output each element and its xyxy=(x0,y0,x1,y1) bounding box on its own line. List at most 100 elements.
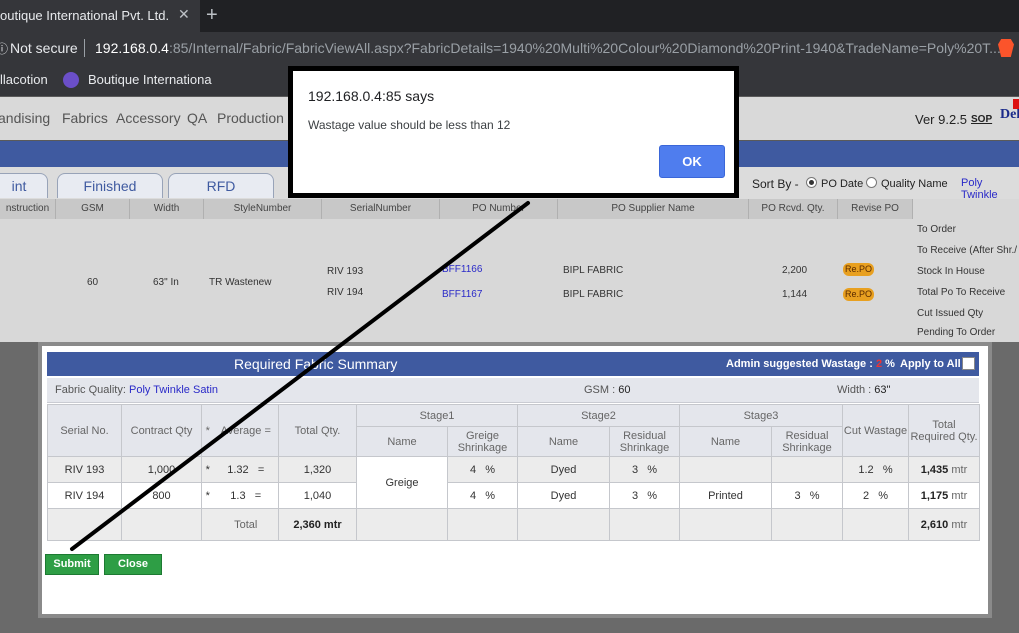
ok-button[interactable]: OK xyxy=(659,145,725,178)
width-info: Width : 63" xyxy=(837,384,890,396)
total-qty: 2,360 mtr xyxy=(278,508,357,541)
revise-po-button[interactable]: Re.PO xyxy=(843,263,874,276)
row-serial: RIV 194 xyxy=(47,482,122,509)
browser-tab[interactable]: outique International Pvt. Ltd. ✕ xyxy=(0,0,200,32)
percent-sign: % xyxy=(485,463,496,476)
percent-sign: % xyxy=(878,489,889,502)
bookmark-favicon-icon xyxy=(63,72,79,88)
average-value: 1.32 xyxy=(227,463,249,476)
bookmark-item[interactable]: Boutique Internationa xyxy=(88,72,212,87)
width-value: 63" xyxy=(874,384,891,396)
status-to-order[interactable]: To Order xyxy=(917,224,956,235)
row-required: 1,435 mtr xyxy=(908,456,980,483)
row-serial: RIV 193 xyxy=(47,456,122,483)
percent-sign: % xyxy=(647,463,658,476)
fabric-summary-modal: Required Fabric Summary Admin suggested … xyxy=(38,342,992,618)
shrinkage-value: 3 xyxy=(794,489,801,502)
header-multiply: * xyxy=(201,404,214,457)
header-stage2-shrinkage: Residual Shrinkage xyxy=(609,426,680,457)
menu-qa[interactable]: QA xyxy=(187,110,207,126)
apply-all-label: Apply to All xyxy=(900,358,961,370)
header-stage2: Stage2 xyxy=(517,404,680,427)
row-multiply: * xyxy=(201,456,214,483)
tab-print[interactable]: int xyxy=(0,173,48,198)
col-style: StyleNumber xyxy=(204,199,322,219)
quality-value: Poly Twinkle Satin xyxy=(128,384,219,396)
sop-link[interactable]: SOP xyxy=(971,114,992,125)
apply-all-checkbox[interactable] xyxy=(962,357,975,370)
row-stage3-name[interactable] xyxy=(679,456,772,483)
status-cut-issued[interactable]: Cut Issued Qty xyxy=(917,308,983,319)
fabric-grid: nstruction GSM Width StyleNumber SerialN… xyxy=(0,199,1019,342)
shrinkage-value: 4 xyxy=(469,463,477,476)
alert-message: Wastage value should be less than 12 xyxy=(308,118,511,132)
header-stage1: Stage1 xyxy=(356,404,518,427)
quality-info: Fabric Quality: Poly Twinkle Satin xyxy=(55,384,218,396)
width-label: Width : xyxy=(837,384,872,396)
row-stage3-name[interactable]: Printed xyxy=(679,482,772,509)
percent-sign: % xyxy=(647,489,658,502)
row-stage3-shrinkage[interactable]: 3 % xyxy=(771,482,843,509)
alert-title: 192.168.0.4:85 says xyxy=(308,88,435,104)
col-construction: nstruction xyxy=(0,199,56,219)
grid-po-link[interactable]: BFF1166 xyxy=(442,264,482,275)
row-average[interactable]: 1.3 = xyxy=(213,482,279,509)
alert-dialog: 192.168.0.4:85 says Wastage value should… xyxy=(288,66,739,198)
unit-label: mtr xyxy=(951,463,968,476)
row-greige-shrinkage[interactable]: 4 % xyxy=(447,482,518,509)
col-po-qty: PO Rcvd. Qty. xyxy=(749,199,838,219)
new-tab-icon[interactable]: + xyxy=(206,4,218,27)
header-contract: Contract Qty xyxy=(121,404,202,457)
equals-sign: = xyxy=(257,463,265,476)
status-total-po[interactable]: Total Po To Receive xyxy=(917,287,1005,298)
revise-po-button[interactable]: Re.PO xyxy=(843,288,874,301)
status-stock-in-house[interactable]: Stock In House xyxy=(917,266,985,277)
tab-finished[interactable]: Finished xyxy=(57,173,163,198)
row-stage2-shrinkage[interactable]: 3 % xyxy=(609,456,680,483)
modal-header: Required Fabric Summary Admin suggested … xyxy=(47,352,979,376)
total-qty-unit: mtr xyxy=(323,518,342,531)
menu-merchandising[interactable]: andising xyxy=(0,110,50,126)
close-button[interactable]: Close xyxy=(104,554,162,575)
submit-button[interactable]: Submit xyxy=(45,554,99,575)
row-total: 1,040 xyxy=(278,482,357,509)
menu-accessory[interactable]: Accessory xyxy=(116,110,181,126)
row-cut-wastage[interactable]: 2 % xyxy=(842,482,909,509)
average-value: 1.3 xyxy=(230,489,246,502)
row-stage2-name[interactable]: Dyed xyxy=(517,456,610,483)
header-stage2-name: Name xyxy=(517,426,610,457)
menu-fabrics[interactable]: Fabrics xyxy=(62,110,108,126)
required-value: 1,175 xyxy=(920,489,949,502)
grid-po-link[interactable]: BFF1167 xyxy=(442,289,482,300)
status-pending-order[interactable]: Pending To Order xyxy=(917,327,995,338)
menu-production[interactable]: Production xyxy=(217,110,284,126)
row-total: 1,320 xyxy=(278,456,357,483)
row-cut-wastage[interactable]: 1.2 % xyxy=(842,456,909,483)
grid-width: 63" In xyxy=(153,277,179,288)
radio-quality-name[interactable] xyxy=(866,177,877,188)
info-icon[interactable]: ⓘ xyxy=(0,40,8,57)
unit-label: mtr xyxy=(951,489,968,502)
row-greige-shrinkage[interactable]: 4 % xyxy=(447,456,518,483)
gsm-value: 60 xyxy=(618,384,631,396)
row-stage2-name[interactable]: Dyed xyxy=(517,482,610,509)
bookmark-item[interactable]: llacotion xyxy=(0,72,48,87)
row-stage3-shrinkage[interactable] xyxy=(771,456,843,483)
radio-po-date[interactable] xyxy=(806,177,817,188)
url-input[interactable]: 192.168.0.4:85/Internal/Fabric/FabricVie… xyxy=(95,40,1001,56)
row-stage2-shrinkage[interactable]: 3 % xyxy=(609,482,680,509)
shrinkage-value: 4 xyxy=(469,489,477,502)
header-serial: Serial No. xyxy=(47,404,122,457)
status-to-receive[interactable]: To Receive (After Shr./ xyxy=(917,245,1017,256)
tab-rfd[interactable]: RFD xyxy=(168,173,274,198)
row-required: 1,175 mtr xyxy=(908,482,980,509)
logo-mark xyxy=(1013,99,1019,109)
header-total-qty: Total Qty. xyxy=(278,404,357,457)
security-status[interactable]: Not secure xyxy=(10,40,78,56)
greige-cell[interactable]: Greige xyxy=(356,456,448,509)
admin-wastage-value: 2 xyxy=(875,358,883,370)
close-icon[interactable]: ✕ xyxy=(178,6,190,23)
row-average[interactable]: 1.32 = xyxy=(213,456,279,483)
quality-filter[interactable]: Poly Twinkle xyxy=(961,177,1019,201)
url-host: 192.168.0.4 xyxy=(95,40,169,56)
